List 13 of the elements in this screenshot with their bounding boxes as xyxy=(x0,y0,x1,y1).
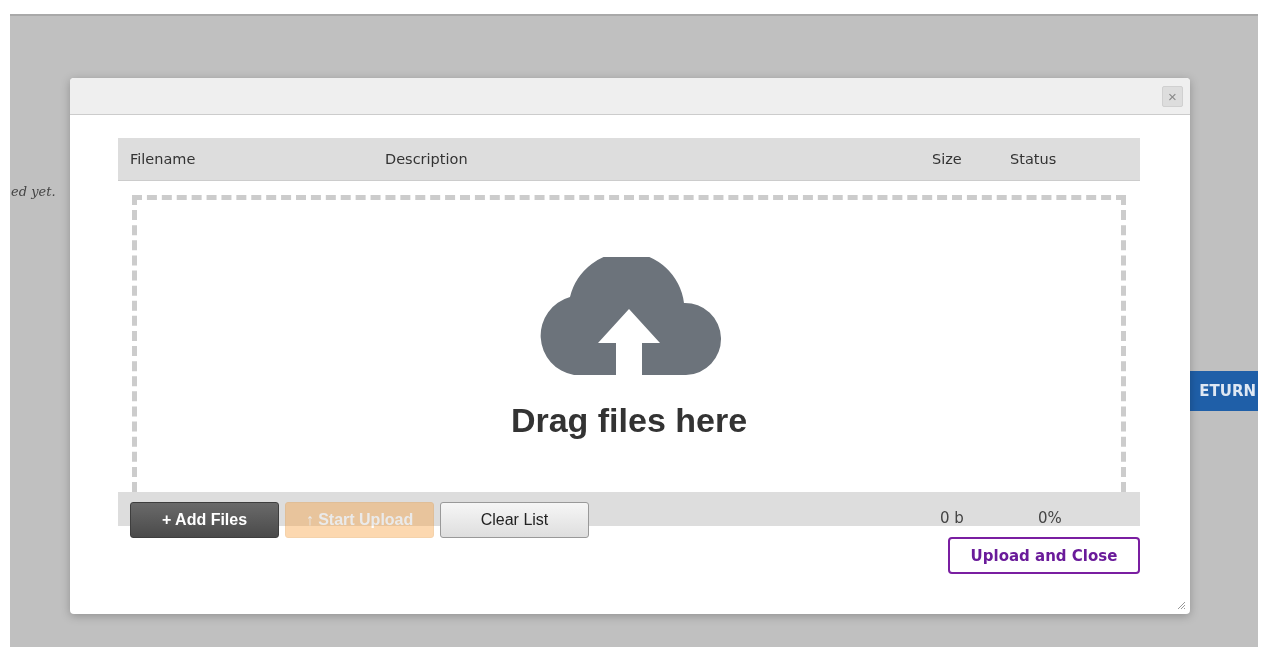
total-status: 0% xyxy=(1038,509,1062,527)
column-header: Filename xyxy=(130,151,197,167)
total-size: 0 b xyxy=(940,509,964,527)
toolbar-button[interactable]: + Add Files xyxy=(130,502,279,538)
toolbar-button[interactable]: Clear List xyxy=(440,502,589,538)
page-text: ed yet. xyxy=(10,184,57,199)
column-header: Status xyxy=(1010,151,1058,167)
column-header: Description xyxy=(385,151,469,167)
return-button[interactable]: ETURN xyxy=(1187,371,1258,411)
resize-grip-icon[interactable] xyxy=(1176,600,1186,610)
upload-and-close-button[interactable]: Upload and Close xyxy=(948,537,1140,574)
drop-zone-label: Drag files here xyxy=(510,401,748,440)
column-header: Size xyxy=(932,151,963,167)
